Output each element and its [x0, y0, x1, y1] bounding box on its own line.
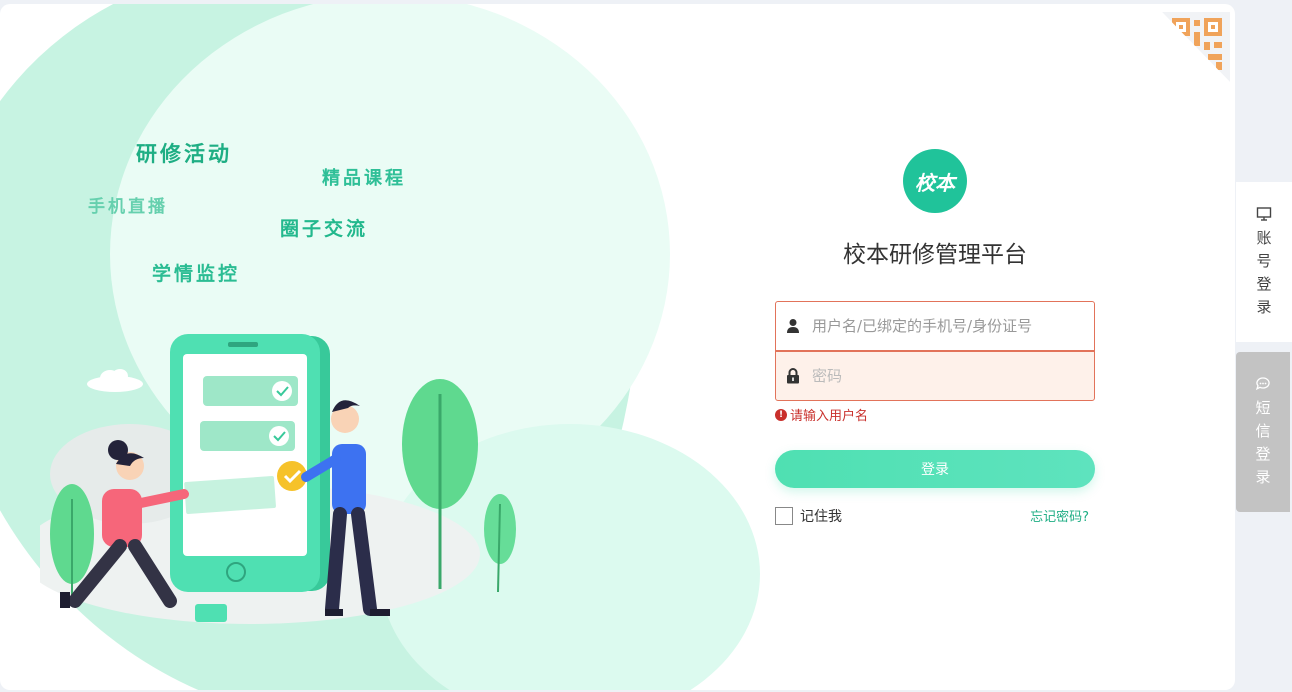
page-title: 校本研修管理平台	[843, 242, 1027, 268]
tab-account-login[interactable]: 账号登录	[1236, 182, 1292, 342]
platform-logo: 校本	[903, 149, 967, 213]
login-button[interactable]: 登录	[775, 450, 1095, 488]
username-field[interactable]	[775, 301, 1095, 351]
side-tab-rail: 账号登录 短信登录	[1236, 0, 1292, 692]
monitor-icon	[1256, 207, 1272, 221]
slogan-text: 研修活动	[136, 142, 232, 166]
tab-account-label: 账号登录	[1254, 230, 1273, 322]
user-icon	[776, 318, 810, 334]
password-input[interactable]	[810, 366, 1084, 386]
error-message: ! 请输入用户名	[775, 405, 868, 424]
slogan-text: 圈子交流	[280, 218, 369, 240]
people-phone-illustration	[40, 334, 516, 624]
remember-me[interactable]: 记住我	[775, 506, 842, 526]
error-text: 请输入用户名	[790, 409, 869, 424]
username-input[interactable]	[810, 316, 1084, 336]
remember-checkbox[interactable]	[775, 507, 793, 525]
tab-sms-login[interactable]: 短信登录	[1236, 352, 1290, 512]
chat-icon	[1255, 377, 1270, 391]
tab-sms-label: 短信登录	[1253, 400, 1272, 492]
slogan-text: 学情监控	[152, 263, 241, 285]
forgot-password-link[interactable]: 忘记密码?	[1030, 506, 1089, 525]
lock-icon	[776, 368, 810, 384]
slogan-text: 手机直播	[88, 197, 168, 217]
password-field[interactable]	[775, 351, 1095, 401]
login-card: 研修活动 精品课程 手机直播 圈子交流 学情监控 校本 校本研修管理平台 用户名…	[0, 4, 1235, 690]
slogan-text: 精品课程	[322, 168, 406, 189]
qr-code-icon[interactable]	[1162, 12, 1230, 82]
remember-label: 记住我	[800, 509, 842, 525]
error-icon: !	[775, 408, 787, 421]
illustration-panel: 研修活动 精品课程 手机直播 圈子交流 学情监控	[0, 4, 860, 690]
